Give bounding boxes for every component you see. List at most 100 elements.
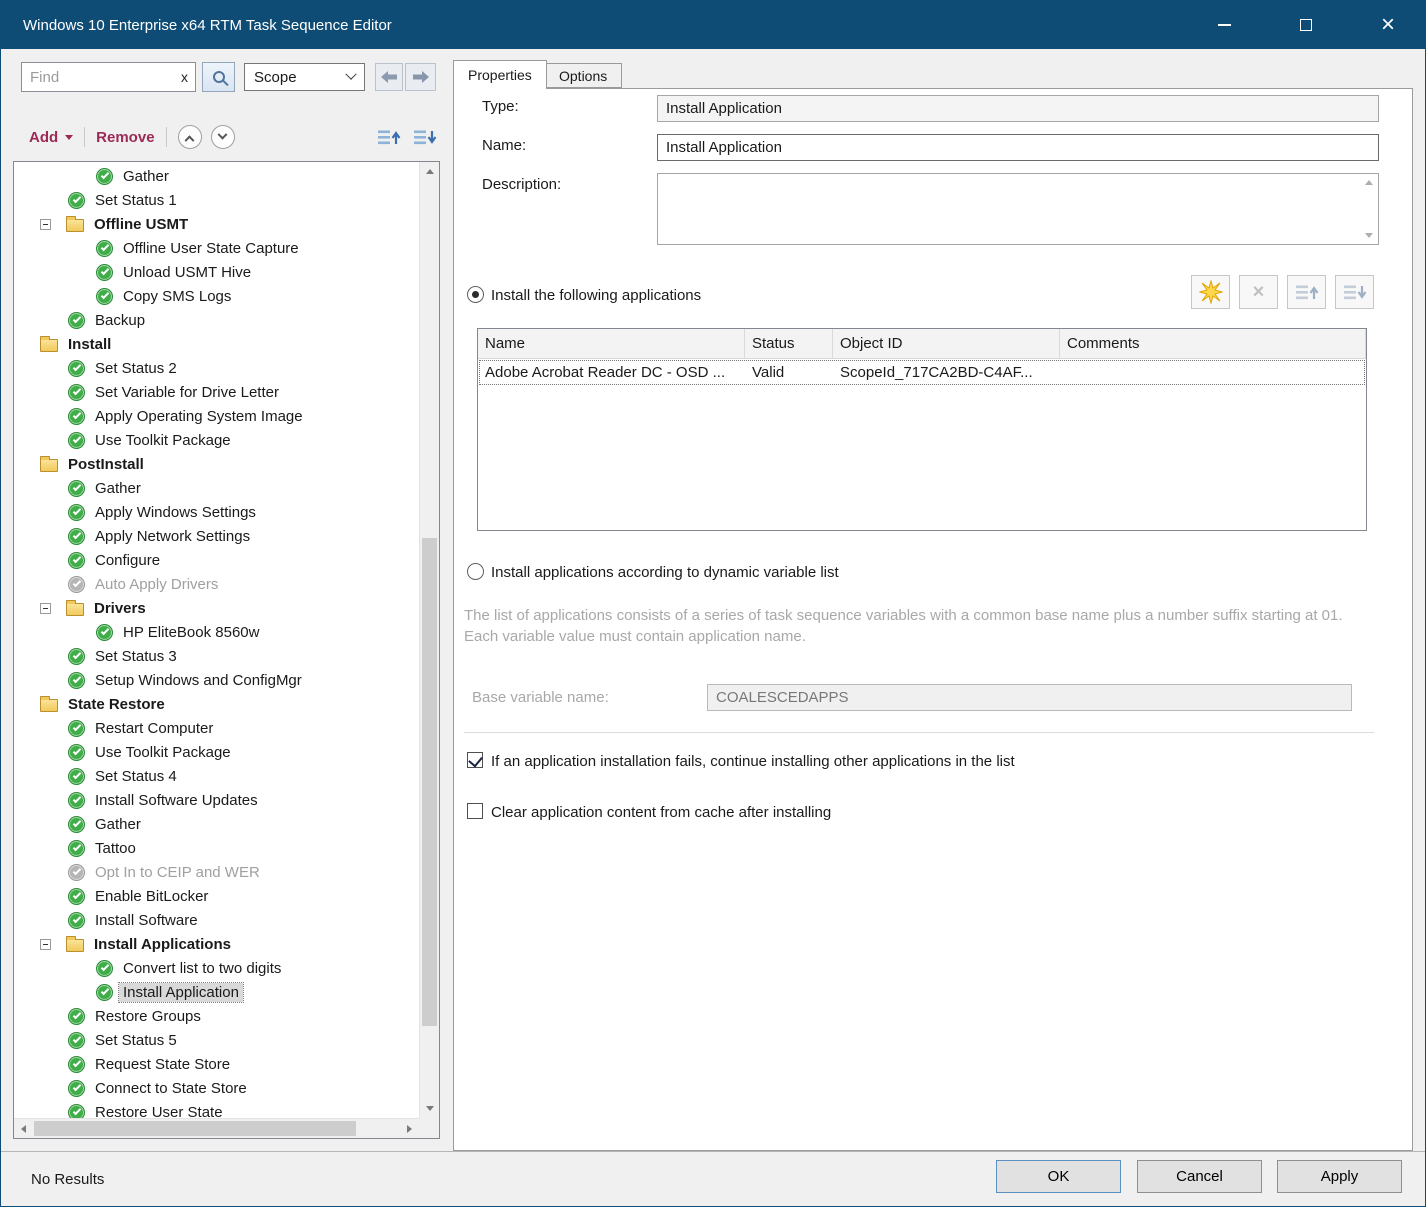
install-following-radio[interactable]: [467, 286, 484, 303]
tree-item-tattoo[interactable]: Tattoo: [14, 836, 419, 860]
tree-item-use-toolkit-package[interactable]: Use Toolkit Package: [14, 428, 419, 452]
tree-item-apply-operating-system-image[interactable]: Apply Operating System Image: [14, 404, 419, 428]
tree-item-label: Convert list to two digits: [119, 959, 285, 978]
clear-cache-checkbox[interactable]: [467, 803, 483, 819]
tree-item-gather[interactable]: Gather: [14, 164, 419, 188]
tree-item-unload-usmt-hive[interactable]: Unload USMT Hive: [14, 260, 419, 284]
application-row[interactable]: Adobe Acrobat Reader DC - OSD ...ValidSc…: [478, 359, 1366, 386]
close-button[interactable]: ×: [1365, 1, 1411, 49]
find-next-button[interactable]: [405, 63, 436, 91]
continue-on-fail-checkbox[interactable]: [467, 752, 483, 768]
new-application-button[interactable]: [1191, 275, 1230, 309]
tree-item-restore-user-state[interactable]: Restore User State: [14, 1100, 419, 1118]
tree-item-drivers[interactable]: Drivers: [14, 596, 419, 620]
add-button[interactable]: Add: [29, 129, 73, 146]
tree-item-set-status-4[interactable]: Set Status 4: [14, 764, 419, 788]
step-check-icon: [96, 984, 113, 1001]
tree-item-postinstall[interactable]: PostInstall: [14, 452, 419, 476]
vertical-scroll-track[interactable]: [420, 180, 439, 1100]
description-field[interactable]: [657, 173, 1379, 245]
expander-minus-icon[interactable]: [40, 939, 51, 950]
tree-item-request-state-store[interactable]: Request State Store: [14, 1052, 419, 1076]
tab-properties[interactable]: Properties: [453, 60, 547, 89]
minimize-button[interactable]: [1201, 1, 1247, 49]
scope-dropdown[interactable]: Scope: [244, 63, 365, 91]
remove-button[interactable]: Remove: [96, 129, 154, 146]
move-application-down-button[interactable]: [1335, 275, 1374, 309]
tree-item-label: Enable BitLocker: [91, 887, 212, 906]
move-up-button[interactable]: [377, 128, 401, 147]
scroll-left-button[interactable]: [14, 1119, 32, 1138]
column-header-name[interactable]: Name: [478, 329, 745, 358]
tree-item-apply-network-settings[interactable]: Apply Network Settings: [14, 524, 419, 548]
tree-item-enable-bitlocker[interactable]: Enable BitLocker: [14, 884, 419, 908]
tree-item-install-software-updates[interactable]: Install Software Updates: [14, 788, 419, 812]
tree-item-use-toolkit-package[interactable]: Use Toolkit Package: [14, 740, 419, 764]
column-header-status[interactable]: Status: [745, 329, 833, 358]
collapse-all-button[interactable]: [178, 125, 202, 149]
tree-item-label: Offline USMT: [90, 215, 192, 234]
horizontal-scroll-thumb[interactable]: [34, 1121, 356, 1136]
tree-item-install-software[interactable]: Install Software: [14, 908, 419, 932]
ok-button[interactable]: OK: [996, 1160, 1121, 1193]
step-check-icon: [68, 528, 85, 545]
step-check-icon: [68, 864, 85, 881]
maximize-button[interactable]: [1283, 1, 1329, 49]
tree-horizontal-scrollbar[interactable]: [14, 1118, 419, 1138]
tree-item-install-applications[interactable]: Install Applications: [14, 932, 419, 956]
tree-item-backup[interactable]: Backup: [14, 308, 419, 332]
tree-item-hp-elitebook-8560w[interactable]: HP EliteBook 8560w: [14, 620, 419, 644]
clear-search-icon[interactable]: x: [181, 69, 188, 85]
tree-item-connect-to-state-store[interactable]: Connect to State Store: [14, 1076, 419, 1100]
tree-item-install-application[interactable]: Install Application: [14, 980, 419, 1004]
expander-minus-icon[interactable]: [40, 219, 51, 230]
tree-item-set-variable-for-drive-letter[interactable]: Set Variable for Drive Letter: [14, 380, 419, 404]
find-input[interactable]: [22, 63, 172, 91]
move-application-up-button[interactable]: [1287, 275, 1326, 309]
tree-item-label: Request State Store: [91, 1055, 234, 1074]
scroll-down-button[interactable]: [420, 1100, 439, 1118]
search-button[interactable]: [202, 62, 235, 92]
tree-item-offline-usmt[interactable]: Offline USMT: [14, 212, 419, 236]
tab-options[interactable]: Options: [544, 63, 622, 88]
tree-item-restart-computer[interactable]: Restart Computer: [14, 716, 419, 740]
tree-item-install[interactable]: Install: [14, 332, 419, 356]
horizontal-scroll-track[interactable]: [32, 1119, 401, 1138]
apply-button[interactable]: Apply: [1277, 1160, 1402, 1193]
tree-item-offline-user-state-capture[interactable]: Offline User State Capture: [14, 236, 419, 260]
tree-item-label: Connect to State Store: [91, 1079, 251, 1098]
tree-item-copy-sms-logs[interactable]: Copy SMS Logs: [14, 284, 419, 308]
cancel-button[interactable]: Cancel: [1137, 1160, 1262, 1193]
scroll-up-button[interactable]: [420, 162, 439, 180]
tree-item-set-status-1[interactable]: Set Status 1: [14, 188, 419, 212]
tree-item-restore-groups[interactable]: Restore Groups: [14, 1004, 419, 1028]
tree-item-configure[interactable]: Configure: [14, 548, 419, 572]
tree-vertical-scrollbar[interactable]: [419, 162, 439, 1118]
tree-item-opt-in-to-ceip-and-wer[interactable]: Opt In to CEIP and WER: [14, 860, 419, 884]
window-title: Windows 10 Enterprise x64 RTM Task Seque…: [23, 17, 392, 34]
tree-item-set-status-2[interactable]: Set Status 2: [14, 356, 419, 380]
delete-application-button[interactable]: ×: [1239, 275, 1278, 309]
tree-item-gather[interactable]: Gather: [14, 812, 419, 836]
expander-minus-icon[interactable]: [40, 603, 51, 614]
step-check-icon: [68, 648, 85, 665]
tree-item-setup-windows-and-configmgr[interactable]: Setup Windows and ConfigMgr: [14, 668, 419, 692]
find-previous-button[interactable]: [375, 63, 403, 91]
scroll-right-button[interactable]: [401, 1119, 419, 1138]
tree-item-auto-apply-drivers[interactable]: Auto Apply Drivers: [14, 572, 419, 596]
column-header-comments[interactable]: Comments: [1060, 329, 1366, 358]
install-dynamic-radio[interactable]: [467, 563, 484, 580]
move-down-button[interactable]: [413, 128, 437, 147]
tree-item-apply-windows-settings[interactable]: Apply Windows Settings: [14, 500, 419, 524]
column-header-object-id[interactable]: Object ID: [833, 329, 1060, 358]
vertical-scroll-thumb[interactable]: [422, 538, 437, 1026]
tree-item-gather[interactable]: Gather: [14, 476, 419, 500]
tree-item-state-restore[interactable]: State Restore: [14, 692, 419, 716]
tree-item-set-status-3[interactable]: Set Status 3: [14, 644, 419, 668]
step-check-icon: [68, 504, 85, 521]
tree-item-convert-list-to-two-digits[interactable]: Convert list to two digits: [14, 956, 419, 980]
name-field[interactable]: [657, 134, 1379, 161]
expand-all-button[interactable]: [211, 125, 235, 149]
tree-item-set-status-5[interactable]: Set Status 5: [14, 1028, 419, 1052]
description-scrollbar[interactable]: [1359, 174, 1378, 244]
